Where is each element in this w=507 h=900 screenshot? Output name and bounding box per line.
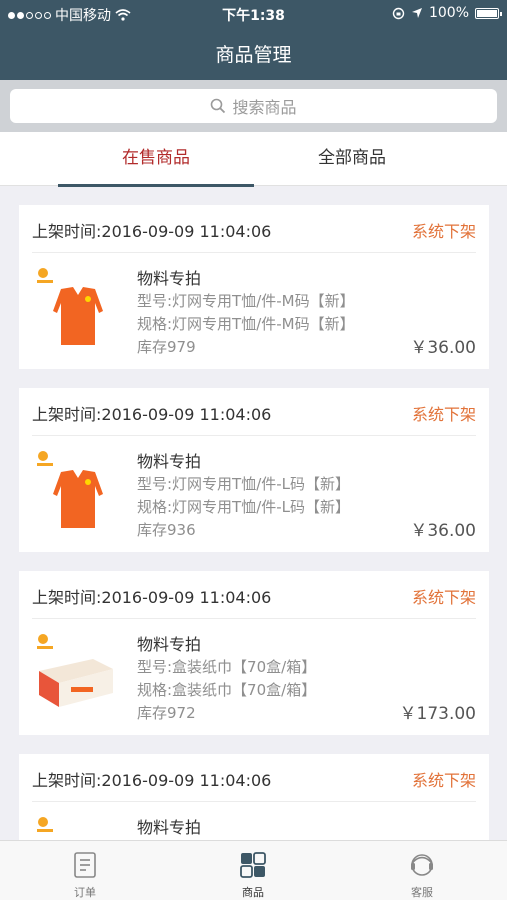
tabbar-service-label: 客服 bbox=[411, 886, 433, 899]
product-card[interactable]: 上架时间:2016-09-09 11:04:06 系统下架 物料专拍 型号:盒装… bbox=[19, 571, 489, 735]
orange-tshirt-image bbox=[37, 451, 103, 528]
listed-time: 上架时间:2016-09-09 11:04:06 bbox=[32, 222, 272, 241]
product-price: ￥36.00 bbox=[410, 338, 476, 358]
product-model: 型号:灯网专用T恤/件-L码【新】 bbox=[137, 475, 351, 493]
listed-time: 上架时间:2016-09-09 11:04:06 bbox=[32, 405, 272, 424]
tab-on-sale-label: 在售商品 bbox=[122, 148, 190, 168]
product-spec: 规格:盒装纸巾【70盒/箱】 bbox=[137, 681, 317, 699]
product-stock: 库存972 bbox=[137, 704, 196, 722]
listed-time: 上架时间:2016-09-09 11:04:06 bbox=[32, 588, 272, 607]
location-icon bbox=[411, 8, 422, 18]
listed-time: 上架时间:2016-09-09 11:04:06 bbox=[32, 771, 272, 790]
segment-tabs: 在售商品 全部商品 bbox=[0, 132, 507, 187]
product-card[interactable]: 上架时间:2016-09-09 11:04:06 系统下架 物料专拍 型号:灯网… bbox=[19, 205, 489, 369]
product-stock: 库存979 bbox=[137, 338, 196, 356]
tab-all-products-label: 全部商品 bbox=[318, 148, 386, 168]
search-icon bbox=[211, 98, 226, 114]
product-name: 物料专拍 bbox=[137, 818, 202, 837]
product-price: ￥36.00 bbox=[410, 521, 476, 541]
product-name: 物料专拍 bbox=[137, 452, 202, 471]
card-header: 上架时间:2016-09-09 11:04:06 系统下架 bbox=[32, 388, 476, 436]
card-header: 上架时间:2016-09-09 11:04:06 系统下架 bbox=[32, 571, 476, 619]
product-name: 物料专拍 bbox=[137, 635, 202, 654]
orange-tshirt-image bbox=[37, 268, 103, 345]
product-price: ￥173.00 bbox=[399, 704, 476, 724]
battery-label: 100% bbox=[428, 5, 469, 21]
system-delist-button[interactable]: 系统下架 bbox=[412, 584, 476, 608]
tabbar-service[interactable]: 客服 bbox=[362, 841, 482, 900]
product-image bbox=[37, 817, 53, 832]
product-list: 上架时间:2016-09-09 11:04:06 系统下架 物料专拍 型号:灯网… bbox=[0, 187, 507, 840]
page-title: 商品管理 bbox=[215, 44, 292, 66]
tabbar-orders-label: 订单 bbox=[74, 886, 96, 899]
status-right: 100% bbox=[392, 5, 502, 21]
search-input[interactable]: 搜索商品 bbox=[10, 89, 497, 123]
search-placeholder: 搜索商品 bbox=[232, 98, 297, 117]
tabbar-goods-label: 商品 bbox=[242, 886, 264, 899]
product-model: 型号:盒装纸巾【70盒/箱】 bbox=[137, 658, 317, 676]
tab-all-products[interactable]: 全部商品 bbox=[254, 132, 450, 186]
product-name: 物料专拍 bbox=[137, 269, 202, 288]
product-card[interactable]: 上架时间:2016-09-09 11:04:06 系统下架 物料专拍 bbox=[19, 754, 489, 840]
product-spec: 规格:灯网专用T恤/件-L码【新】 bbox=[137, 498, 351, 516]
order-icon bbox=[74, 852, 96, 878]
tabbar-orders[interactable]: 订单 bbox=[25, 841, 145, 900]
product-model: 型号:灯网专用T恤/件-M码【新】 bbox=[137, 292, 355, 310]
tissue-box-image bbox=[37, 634, 113, 707]
product-stock: 库存936 bbox=[137, 521, 196, 539]
service-icon bbox=[411, 854, 433, 876]
product-card[interactable]: 上架时间:2016-09-09 11:04:06 系统下架 物料专拍 型号:灯网… bbox=[19, 388, 489, 552]
system-delist-button[interactable]: 系统下架 bbox=[412, 401, 476, 425]
rotation-lock-icon bbox=[392, 7, 405, 19]
battery-icon bbox=[475, 7, 502, 19]
card-header: 上架时间:2016-09-09 11:04:06 系统下架 bbox=[32, 205, 476, 253]
status-bar: 中国移动 下午1:38 100% bbox=[0, 0, 507, 28]
search-bar: 搜索商品 bbox=[0, 80, 507, 132]
app-header: 中国移动 下午1:38 100% 商品管理 bbox=[0, 0, 507, 80]
product-spec: 规格:灯网专用T恤/件-M码【新】 bbox=[137, 315, 355, 333]
tab-on-sale[interactable]: 在售商品 bbox=[58, 132, 254, 187]
goods-icon bbox=[240, 852, 266, 878]
system-delist-button[interactable]: 系统下架 bbox=[412, 218, 476, 242]
tabbar-goods[interactable]: 商品 bbox=[193, 841, 313, 900]
card-header: 上架时间:2016-09-09 11:04:06 系统下架 bbox=[32, 754, 476, 802]
bottom-tab-bar: 订单 商品 客服 bbox=[0, 840, 507, 900]
system-delist-button[interactable]: 系统下架 bbox=[412, 767, 476, 791]
